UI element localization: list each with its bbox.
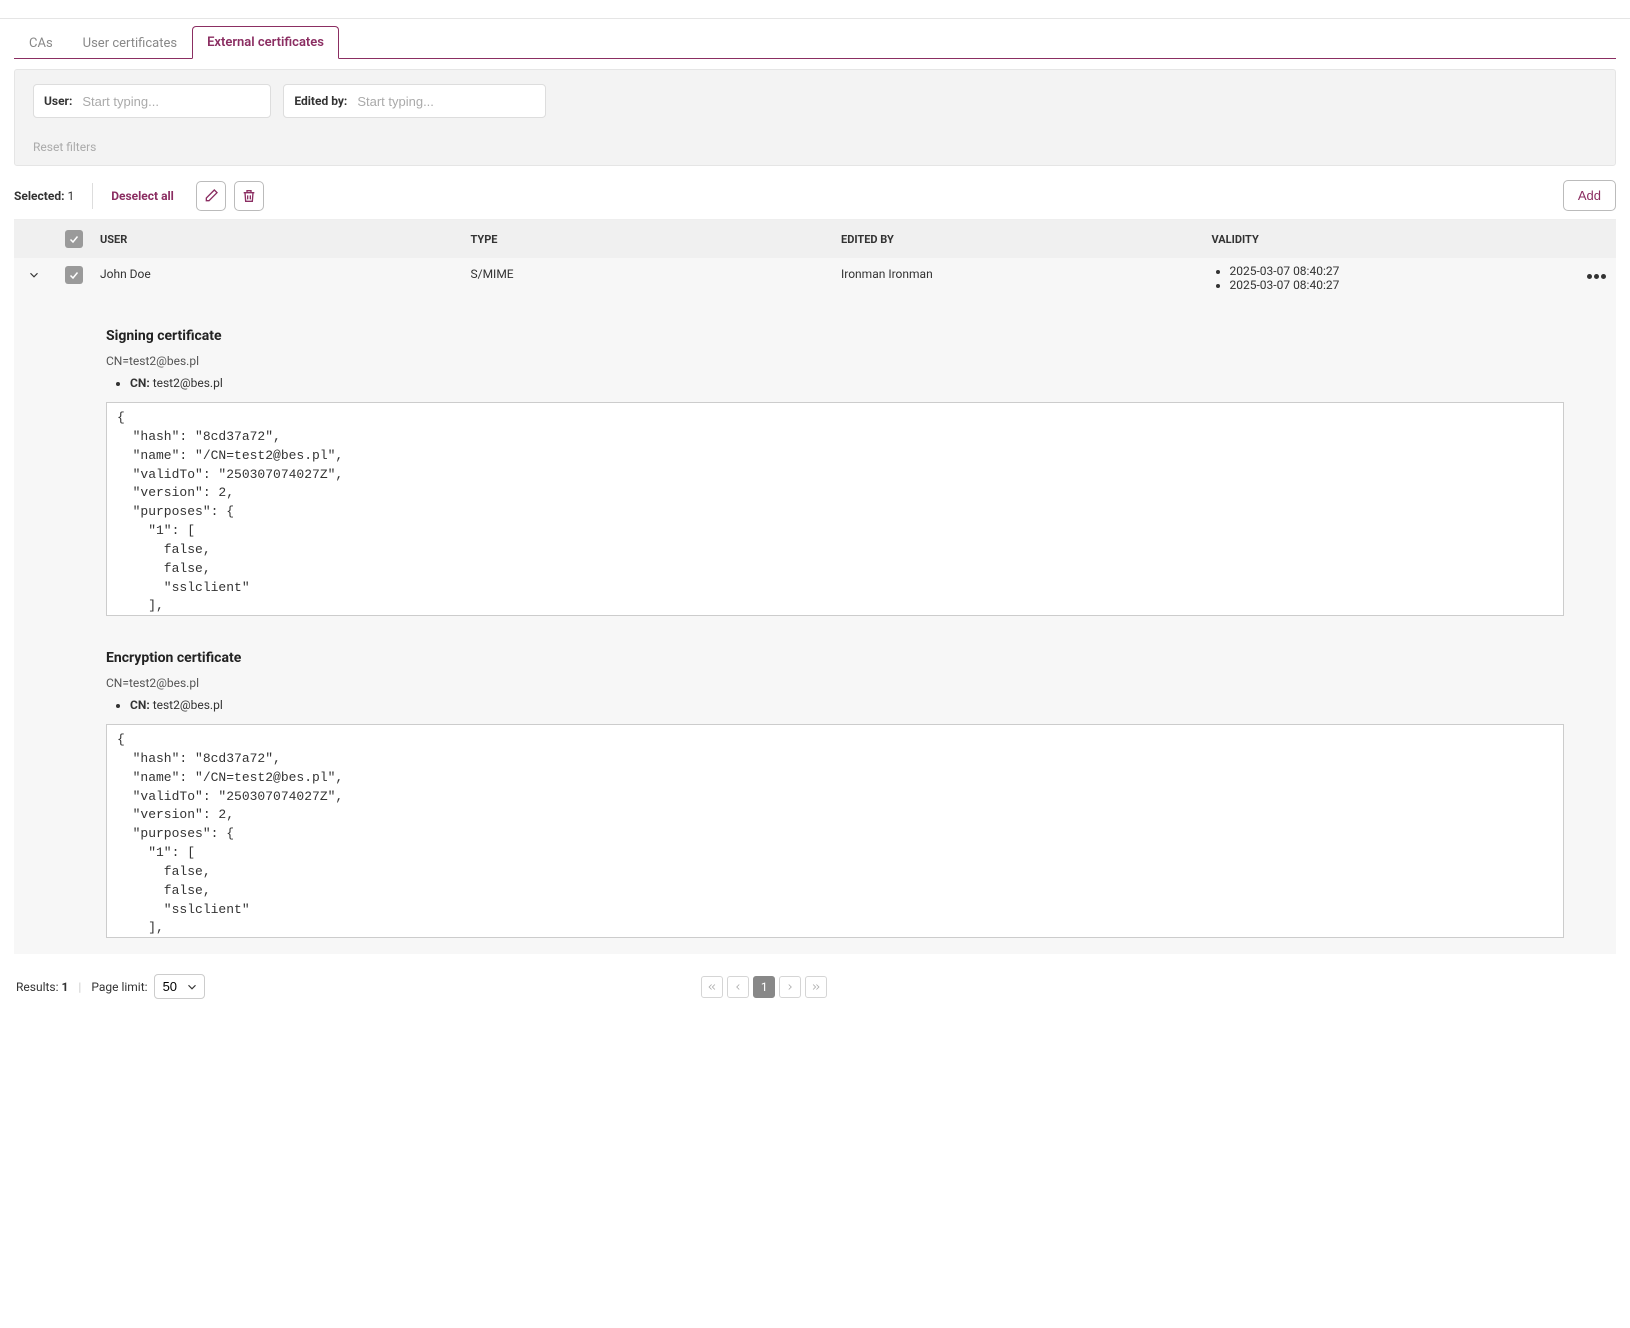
check-icon — [68, 233, 80, 245]
reset-filters-link[interactable]: Reset filters — [33, 140, 96, 154]
pager-last[interactable] — [805, 976, 827, 998]
selected-count: 1 — [67, 189, 74, 203]
signing-cn-value: test2@bes.pl — [153, 376, 223, 390]
left-icon — [733, 982, 743, 992]
double-right-icon — [811, 982, 821, 992]
grid-footer: Results: 1 | Page limit: 50 1 — [14, 954, 1616, 1003]
chevron-down-icon — [27, 268, 41, 282]
signing-cn-label: CN: — [130, 376, 150, 390]
pager-next[interactable] — [779, 976, 801, 998]
row-details: Signing certificate CN=test2@bes.pl CN: … — [14, 298, 1616, 954]
filter-user-input[interactable] — [80, 86, 260, 116]
page-limit-label: Page limit: — [91, 980, 147, 994]
filter-user-group: User: — [33, 84, 271, 118]
validity-value: 2025-03-07 08:40:27 — [1230, 264, 1571, 278]
filter-user-label: User: — [44, 94, 72, 108]
deselect-all-link[interactable]: Deselect all — [111, 189, 174, 203]
selected-info: Selected: 1 — [14, 189, 74, 203]
signing-cert-cn-item: CN: test2@bes.pl — [130, 376, 1616, 390]
selected-label: Selected: — [14, 189, 64, 203]
cell-edited-by: Ironman Ironman — [835, 264, 1206, 281]
trash-icon — [241, 188, 257, 204]
check-icon — [68, 269, 80, 281]
row-actions-menu[interactable] — [1576, 264, 1616, 282]
divider — [92, 183, 93, 209]
cell-user: John Doe — [94, 264, 465, 281]
row-checkbox[interactable] — [65, 266, 83, 284]
signing-cert-dn: CN=test2@bes.pl — [106, 354, 1616, 368]
validity-value: 2025-03-07 08:40:27 — [1230, 278, 1571, 292]
encryption-cert-title: Encryption certificate — [106, 650, 1616, 666]
results-count: 1 — [62, 980, 69, 994]
filter-edited-by-label: Edited by: — [294, 94, 347, 108]
more-dots-icon — [1587, 274, 1606, 279]
table-row: John Doe S/MIME Ironman Ironman 2025-03-… — [14, 258, 1616, 298]
pager-prev[interactable] — [727, 976, 749, 998]
encryption-cn-label: CN: — [130, 698, 150, 712]
expand-toggle[interactable] — [14, 264, 54, 285]
double-left-icon — [707, 982, 717, 992]
tab-cas[interactable]: CAs — [14, 27, 68, 59]
pager-first[interactable] — [701, 976, 723, 998]
cell-validity: 2025-03-07 08:40:27 2025-03-07 08:40:27 — [1206, 264, 1577, 292]
edit-button[interactable] — [196, 181, 226, 211]
tab-user-certificates[interactable]: User certificates — [68, 27, 192, 59]
add-button[interactable]: Add — [1563, 180, 1616, 211]
page-limit-select[interactable]: 50 — [154, 974, 205, 999]
signing-cert-json[interactable]: { "hash": "8cd37a72", "name": "/CN=test2… — [106, 402, 1564, 616]
filter-edited-by-group: Edited by: — [283, 84, 546, 118]
encryption-cn-value: test2@bes.pl — [153, 698, 223, 712]
cell-type: S/MIME — [465, 264, 836, 281]
pager-page-current[interactable]: 1 — [753, 976, 775, 998]
select-all-checkbox[interactable] — [65, 230, 83, 248]
signing-cert-title: Signing certificate — [106, 328, 1616, 344]
encryption-cert-json[interactable]: { "hash": "8cd37a72", "name": "/CN=test2… — [106, 724, 1564, 938]
action-bar: Selected: 1 Deselect all Add — [14, 166, 1616, 219]
tab-external-certificates[interactable]: External certificates — [192, 26, 339, 59]
delete-button[interactable] — [234, 181, 264, 211]
column-header-edited-by[interactable]: EDITED BY — [835, 233, 1206, 246]
filter-edited-by-input[interactable] — [355, 86, 535, 116]
encryption-cert-cn-item: CN: test2@bes.pl — [130, 698, 1616, 712]
filter-bar: User: Edited by: Reset filters — [14, 69, 1616, 166]
pager: 1 — [701, 976, 827, 998]
right-icon — [785, 982, 795, 992]
column-header-validity[interactable]: VALIDITY — [1206, 233, 1577, 246]
column-header-type[interactable]: TYPE — [465, 233, 836, 246]
results-label: Results: — [16, 980, 59, 994]
grid-header-row: USER TYPE EDITED BY VALIDITY — [14, 220, 1616, 258]
encryption-cert-dn: CN=test2@bes.pl — [106, 676, 1616, 690]
column-header-user[interactable]: USER — [94, 233, 465, 246]
data-grid: USER TYPE EDITED BY VALIDITY John Doe S/… — [14, 219, 1616, 954]
divider: | — [78, 980, 81, 994]
tabs-container: CAs User certificates External certifica… — [14, 25, 1616, 59]
pencil-icon — [203, 188, 219, 204]
